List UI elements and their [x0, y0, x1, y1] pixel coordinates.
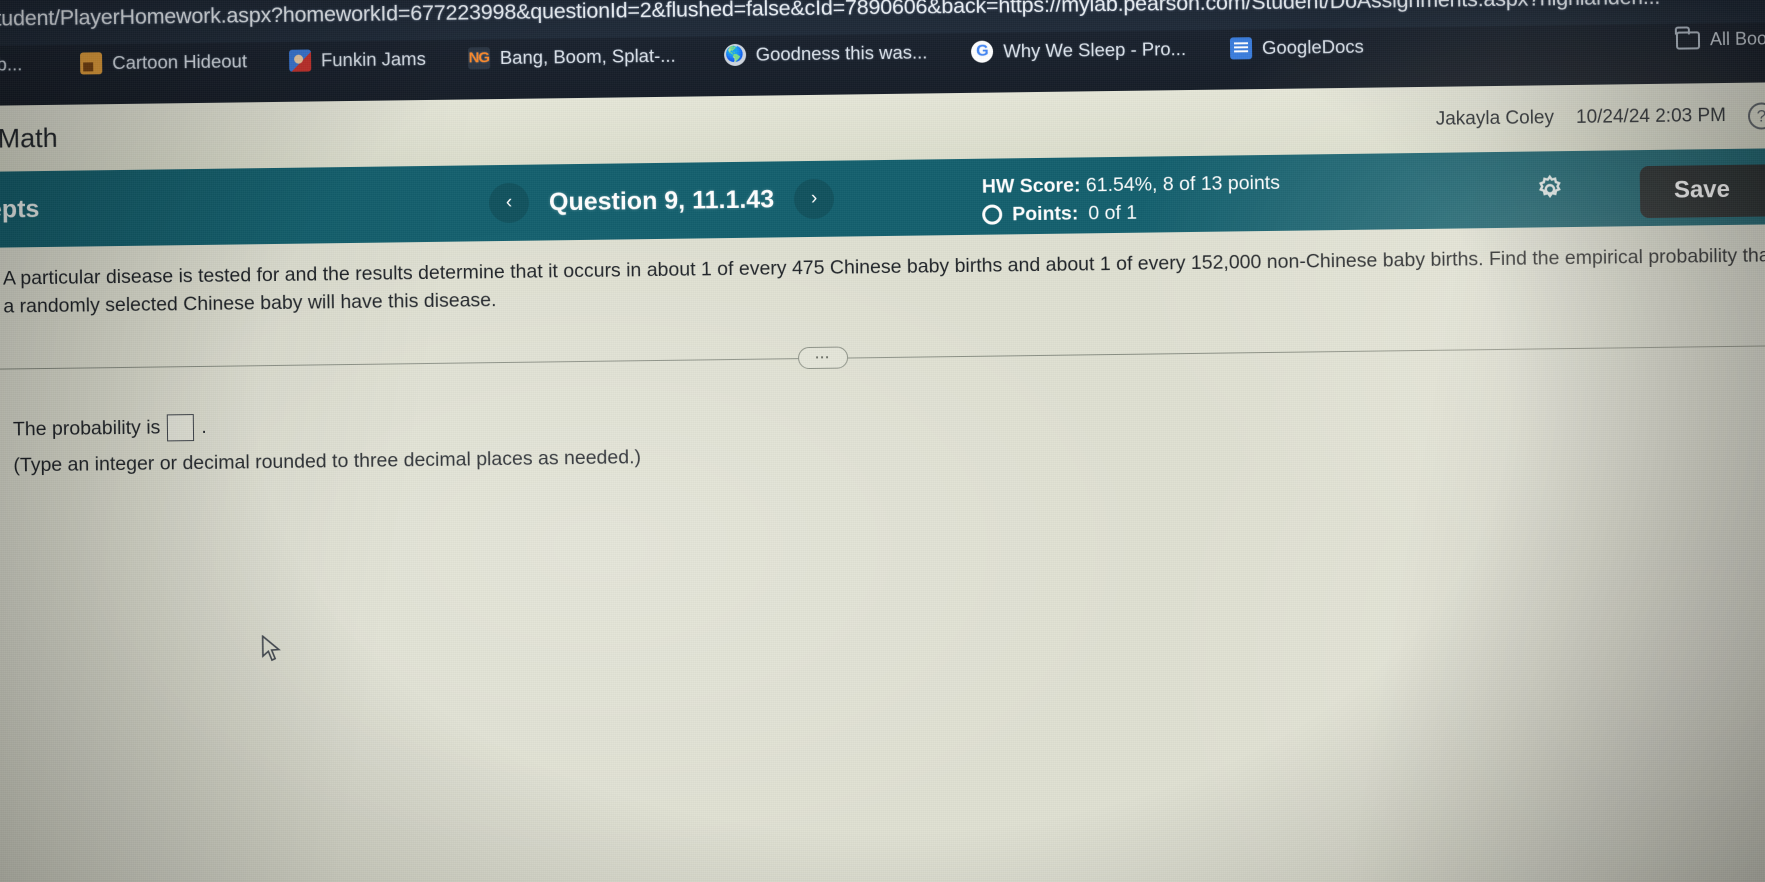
previous-question-button[interactable]: ‹: [488, 182, 530, 224]
bookmark-label: Goodness this was...: [755, 41, 928, 65]
points-value: 0 of 1: [1088, 201, 1138, 225]
course-title: n Math: [0, 122, 58, 154]
answer-area: The probability is . (Type an integer or…: [13, 407, 641, 481]
mouse-cursor-icon: [261, 634, 281, 662]
ellipsis-icon[interactable]: ⋯: [797, 346, 849, 370]
question-navigation: ‹ Question 9, 11.1.43 ›: [488, 161, 835, 242]
monitor-screen: /Student/PlayerHomework.aspx?homeworkId=…: [0, 0, 1765, 882]
bookmark-item[interactable]: 🌎 Goodness this was...: [709, 37, 941, 70]
points-status-icon: [982, 204, 1003, 226]
mylab-page: n Math Jakayla Coley 10/24/24 2:03 PM ? …: [0, 82, 1765, 882]
timestamp: 10/24/24 2:03 PM: [1575, 104, 1727, 128]
divider-line: [0, 345, 1765, 370]
question-prompt: A particular disease is tested for and t…: [2, 244, 1765, 318]
screen-photo: /Student/PlayerHomework.aspx?homeworkId=…: [0, 0, 1765, 882]
bookmark-label: lob...: [0, 53, 23, 75]
all-bookmarks-label: All Book: [1709, 28, 1765, 50]
answer-suffix-label: .: [201, 415, 207, 438]
bookmark-star-icon[interactable]: ☆: [1699, 0, 1722, 4]
answer-input[interactable]: [167, 414, 195, 442]
bookmark-item[interactable]: NG Bang, Boom, Splat-...: [454, 41, 690, 74]
chevron-left-icon: ‹: [505, 191, 513, 213]
score-summary: HW Score: 61.54%, 8 of 13 points Points:…: [982, 169, 1281, 229]
help-circle-icon[interactable]: ?: [1747, 101, 1765, 130]
bookmark-label: Cartoon Hideout: [112, 50, 248, 74]
points-label: Points:: [1012, 202, 1079, 226]
bookmark-item[interactable]: GoogleDocs: [1216, 32, 1378, 64]
bookmark-item[interactable]: Cartoon Hideout: [66, 46, 261, 79]
all-bookmarks-button[interactable]: All Book: [1675, 28, 1765, 50]
app-header-right: Jakayla Coley 10/24/24 2:03 PM ?: [1435, 82, 1765, 152]
chevron-right-icon: ›: [810, 187, 818, 209]
bookmark-item[interactable]: lob...: [0, 49, 36, 80]
assignment-section-title: cepts: [0, 194, 40, 224]
bookmark-label: GoogleDocs: [1261, 35, 1364, 59]
section-divider: ⋯: [0, 334, 1765, 379]
question-panel: A particular disease is tested for and t…: [0, 224, 1765, 882]
gear-icon: [1538, 174, 1561, 199]
favicon-globe-icon: 🌎: [723, 43, 746, 67]
question-title: Question 9, 11.1.43: [548, 184, 775, 216]
folder-icon: [1675, 30, 1701, 50]
bookmark-label: Why We Sleep - Pro...: [1003, 38, 1187, 62]
settings-button[interactable]: [1534, 173, 1566, 205]
bookmark-label: Funkin Jams: [320, 47, 426, 71]
extensions-icon[interactable]: [1747, 0, 1765, 3]
points-row: Points: 0 of 1: [982, 197, 1280, 229]
favicon-funkin-jams-icon: [288, 49, 312, 72]
bookmark-item[interactable]: Funkin Jams: [275, 44, 440, 76]
bookmark-label: Bang, Boom, Splat-...: [499, 44, 676, 69]
hw-score-value: 61.54%, 8 of 13 points: [1085, 171, 1281, 197]
address-bar-actions: ☆: [1699, 0, 1765, 4]
favicon-newgrounds-icon: NG: [467, 47, 490, 70]
next-question-button[interactable]: ›: [793, 178, 835, 220]
hw-score-label: HW Score:: [981, 174, 1081, 198]
favicon-cartoon-hideout-icon: [80, 52, 103, 75]
answer-line: The probability is .: [13, 407, 641, 444]
user-name: Jakayla Coley: [1435, 107, 1555, 130]
answer-prefix-label: The probability is: [12, 416, 161, 441]
save-button[interactable]: Save: [1639, 164, 1765, 219]
favicon-google-icon: G: [971, 40, 994, 63]
hw-score-row: HW Score: 61.54%, 8 of 13 points: [982, 169, 1280, 201]
answer-hint: (Type an integer or decimal rounded to t…: [13, 446, 642, 477]
favicon-google-docs-icon: [1229, 37, 1253, 60]
bookmark-item[interactable]: G Why We Sleep - Pro...: [957, 34, 1200, 67]
